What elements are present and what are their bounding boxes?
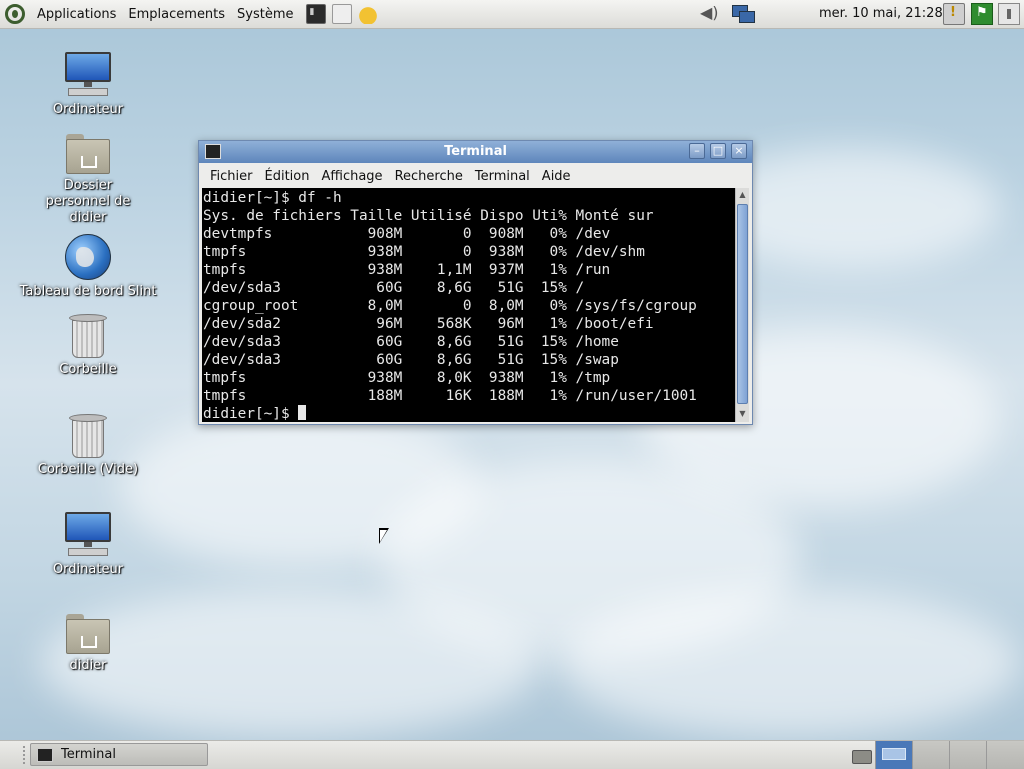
menu-view[interactable]: Affichage xyxy=(315,169,388,184)
prompt: didier[~]$ xyxy=(203,406,299,422)
desktop-icon-home-folder[interactable]: Dossier personnel de didier xyxy=(8,134,168,226)
desktop-icon-label: Ordinateur xyxy=(52,102,124,117)
menu-system[interactable]: Système xyxy=(231,7,299,22)
menu-places[interactable]: Emplacements xyxy=(122,7,231,22)
table-row: tmpfs 188M 16K 188M 1% /run/user/1001 xyxy=(203,388,697,404)
clock[interactable]: mer. 10 mai, 21:28 xyxy=(819,6,943,21)
trash-icon xyxy=(69,414,107,458)
computer-icon xyxy=(64,52,112,98)
menu-file[interactable]: Fichier xyxy=(204,169,259,184)
workspace-2[interactable] xyxy=(912,741,949,769)
kettle-launcher-icon[interactable] xyxy=(357,4,378,24)
table-row: /dev/sda2 96M 568K 96M 1% /boot/efi xyxy=(203,316,654,332)
panel-grip-handle[interactable] xyxy=(23,746,28,764)
desktop-icon-label: Tableau de bord Slint xyxy=(19,284,157,299)
system-monitor-icon[interactable] xyxy=(943,3,965,25)
table-row: cgroup_root 8,0M 0 8,0M 0% /sys/fs/cgrou… xyxy=(203,298,697,314)
shutdown-icon[interactable] xyxy=(998,3,1020,25)
globe-icon xyxy=(65,234,111,280)
terminal-output[interactable]: didier[~]$ df -h Sys. de fichiers Taille… xyxy=(202,188,735,422)
table-header: Sys. de fichiers Taille Utilisé Dispo Ut… xyxy=(203,208,654,224)
table-row: /dev/sda3 60G 8,6G 51G 15% /home xyxy=(203,334,619,350)
table-row: tmpfs 938M 8,0K 938M 1% /tmp xyxy=(203,370,611,386)
file-manager-launcher-icon[interactable] xyxy=(331,4,352,24)
table-row: devtmpfs 908M 0 908M 0% /dev xyxy=(203,226,611,242)
desktop-icon-computer[interactable]: Ordinateur xyxy=(8,52,168,118)
taskbar-button-terminal[interactable]: Terminal xyxy=(30,743,208,766)
home-folder-icon xyxy=(66,614,110,654)
terminal-menubar: Fichier Édition Affichage Recherche Term… xyxy=(199,164,577,188)
table-row: tmpfs 938M 0 938M 0% /dev/shm xyxy=(203,244,645,260)
minimize-button[interactable]: – xyxy=(689,143,705,159)
taskbar-button-label: Terminal xyxy=(61,747,116,762)
desktop-icon-trash[interactable]: Corbeille xyxy=(8,314,168,378)
home-folder-icon xyxy=(66,134,110,174)
text-cursor xyxy=(298,405,307,420)
maximize-button[interactable]: □ xyxy=(710,143,726,159)
logout-icon[interactable] xyxy=(971,3,993,25)
show-desktop-icon[interactable] xyxy=(850,744,872,766)
distro-logo-icon[interactable] xyxy=(5,4,25,24)
menu-search[interactable]: Recherche xyxy=(389,169,469,184)
command-line: didier[~]$ df -h xyxy=(203,190,342,206)
menu-help[interactable]: Aide xyxy=(536,169,577,184)
desktop-icon-label: Ordinateur xyxy=(52,562,124,577)
table-row: /dev/sda3 60G 8,6G 51G 15% / xyxy=(203,280,585,296)
table-row: /dev/sda3 60G 8,6G 51G 15% /swap xyxy=(203,352,619,368)
scrollbar-thumb[interactable] xyxy=(737,204,748,404)
workspace-3[interactable] xyxy=(949,741,986,769)
desktop-icon-computer-2[interactable]: Ordinateur xyxy=(8,512,168,578)
workspace-1[interactable] xyxy=(875,741,912,769)
workspace-4[interactable] xyxy=(986,741,1024,769)
desktop-icon-label: didier xyxy=(69,658,107,673)
desktop-icon-slint-dashboard[interactable]: Tableau de bord Slint xyxy=(8,234,168,300)
computer-icon xyxy=(64,512,112,558)
menu-edit[interactable]: Édition xyxy=(259,169,316,184)
desktop-icon-trash-empty[interactable]: Corbeille (Vide) xyxy=(8,414,168,478)
desktop-icon-label: Corbeille (Vide) xyxy=(37,462,139,477)
volume-icon[interactable]: ◀) xyxy=(700,3,719,22)
menu-applications[interactable]: Applications xyxy=(31,7,122,22)
terminal-scrollbar[interactable]: ▲ ▼ xyxy=(735,188,749,422)
desktop-icon-label: Corbeille xyxy=(59,362,117,377)
network-icon[interactable] xyxy=(730,3,755,25)
window-titlebar[interactable]: Terminal – □ × xyxy=(199,141,752,163)
scroll-up-icon[interactable]: ▲ xyxy=(736,188,749,202)
trash-icon xyxy=(69,314,107,358)
desktop-icon-user-folder[interactable]: didier xyxy=(8,614,168,674)
scroll-down-icon[interactable]: ▼ xyxy=(736,407,749,421)
desktop-icon-label: Dossier personnel de didier xyxy=(45,178,131,225)
close-button[interactable]: × xyxy=(731,143,747,159)
bottom-panel: Terminal xyxy=(0,740,1024,769)
table-row: tmpfs 938M 1,1M 937M 1% /run xyxy=(203,262,611,278)
window-title: Terminal xyxy=(444,144,507,159)
terminal-launcher-icon[interactable] xyxy=(305,4,326,24)
terminal-window[interactable]: Terminal – □ × Fichier Édition Affichage… xyxy=(198,140,753,425)
menu-terminal[interactable]: Terminal xyxy=(469,169,536,184)
terminal-app-icon xyxy=(37,747,53,762)
